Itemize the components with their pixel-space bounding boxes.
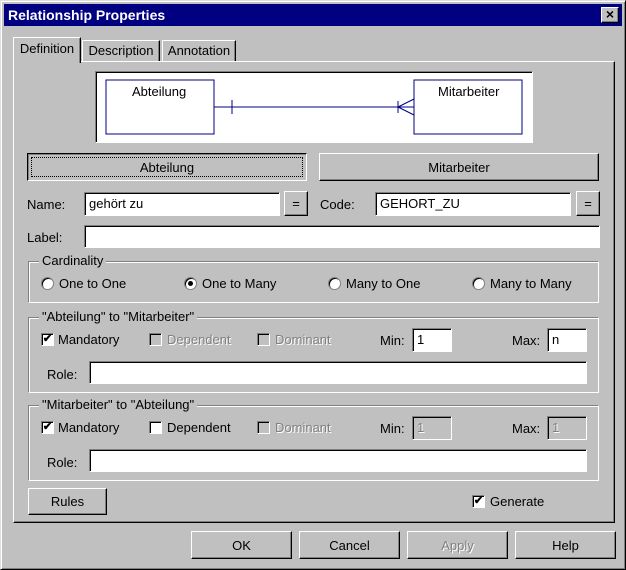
right-entity-button-label: Mitarbeiter (428, 159, 490, 175)
cardinality-title: Cardinality (39, 253, 107, 268)
role2-dominant-label: Dominant (275, 420, 331, 435)
label-field-label: Label: (27, 230, 63, 245)
radio-many-to-one-label: Many to One (346, 276, 421, 291)
role1-role-input[interactable] (89, 361, 587, 384)
label-input[interactable] (84, 225, 600, 248)
crowfoot-top (397, 98, 415, 108)
apply-button-label: Apply (441, 537, 474, 553)
tab-definition-label: Definition (19, 41, 75, 56)
radio-many-to-many-label: Many to Many (490, 276, 572, 291)
code-input[interactable]: GEHORT_ZU (375, 192, 571, 216)
close-icon: × (605, 6, 615, 22)
name-input[interactable]: gehört zu (84, 192, 280, 216)
close-button[interactable]: × (601, 7, 619, 23)
role1-max-label: Max: (512, 333, 541, 348)
apply-button: Apply (407, 531, 508, 559)
role2-role-input[interactable] (89, 449, 587, 472)
role1-min-value: 1 (417, 332, 425, 347)
window-title: Relationship Properties (8, 7, 166, 23)
radio-one-to-one[interactable] (41, 277, 54, 290)
name-equals-button[interactable]: = (284, 191, 308, 216)
role2-mandatory-checkbox[interactable]: ✔ (41, 421, 54, 434)
diagram-svg (105, 79, 523, 135)
role2-max-label: Max: (512, 421, 541, 436)
role2-title: "Mitarbeiter" to "Abteilung" (39, 397, 198, 412)
role1-mandatory-checkbox[interactable]: ✔ (41, 333, 54, 346)
role1-dominant-label: Dominant (275, 332, 331, 347)
role2-max-value: 1 (552, 420, 560, 435)
code-equals-label: = (584, 196, 592, 211)
role1-max-input[interactable]: n (547, 328, 587, 352)
radio-many-to-many[interactable] (472, 277, 485, 290)
code-equals-button[interactable]: = (576, 191, 600, 216)
role2-dependent-label: Dependent (167, 420, 231, 435)
left-entity-button-label: Abteilung (139, 159, 195, 175)
ok-button-label: OK (232, 537, 251, 553)
right-entity-button[interactable]: Mitarbeiter (319, 153, 599, 181)
role2-min-value: 1 (417, 420, 425, 435)
role1-role-label: Role: (47, 367, 78, 382)
left-entity-button[interactable]: Abteilung (27, 153, 307, 181)
rules-button-label: Rules (50, 494, 85, 509)
left-entity-label: Abteilung (132, 84, 187, 99)
code-input-value: GEHORT_ZU (380, 196, 460, 211)
role2-mandatory-label: Mandatory (58, 420, 120, 435)
radio-one-to-many[interactable] (184, 277, 197, 290)
check-icon: ✔ (42, 421, 53, 433)
crowfoot-bottom (397, 106, 415, 116)
radio-one-to-one-label: One to One (59, 276, 127, 291)
cancel-button[interactable]: Cancel (299, 531, 400, 559)
help-button-label: Help (552, 537, 579, 553)
check-icon: ✔ (42, 333, 53, 345)
role2-dominant-checkbox (257, 421, 270, 434)
radio-one-to-many-label: One to Many (202, 276, 277, 291)
role2-max-input: 1 (547, 416, 587, 440)
name-label: Name: (27, 197, 66, 212)
generate-checkbox[interactable]: ✔ (472, 495, 485, 508)
role1-dominant-checkbox (257, 333, 270, 346)
radio-many-to-one[interactable] (328, 277, 341, 290)
tab-annotation-label: Annotation (167, 43, 231, 58)
role2-role-label: Role: (47, 455, 78, 470)
generate-label: Generate (490, 494, 545, 509)
role1-dependent-label: Dependent (167, 332, 231, 347)
help-button[interactable]: Help (515, 531, 616, 559)
name-equals-label: = (292, 196, 300, 211)
relationship-diagram: Abteilung Mitarbeiter (95, 71, 533, 143)
check-icon: ✔ (473, 495, 484, 507)
rules-button[interactable]: Rules (28, 488, 107, 515)
role1-min-label: Min: (380, 333, 405, 348)
role2-min-label: Min: (380, 421, 405, 436)
role1-mandatory-label: Mandatory (58, 332, 120, 347)
right-entity-label: Mitarbeiter (438, 84, 500, 99)
tab-description[interactable]: Description (82, 40, 160, 61)
name-input-value: gehört zu (89, 196, 144, 211)
role2-min-input: 1 (412, 416, 452, 440)
cancel-button-label: Cancel (329, 537, 370, 553)
relationship-properties-dialog: Relationship Properties × Definition Des… (0, 0, 626, 570)
role1-dependent-checkbox (149, 333, 162, 346)
ok-button[interactable]: OK (191, 531, 292, 559)
tab-definition[interactable]: Definition (13, 37, 81, 63)
role1-min-input[interactable]: 1 (412, 328, 452, 352)
tab-description-label: Description (88, 43, 154, 58)
role1-max-value: n (552, 332, 560, 347)
role2-dependent-checkbox[interactable] (149, 421, 162, 434)
title-bar: Relationship Properties × (4, 4, 622, 26)
code-label: Code: (320, 197, 355, 212)
tab-annotation[interactable]: Annotation (162, 40, 236, 61)
role1-title: "Abteilung" to "Mitarbeiter" (39, 309, 198, 324)
